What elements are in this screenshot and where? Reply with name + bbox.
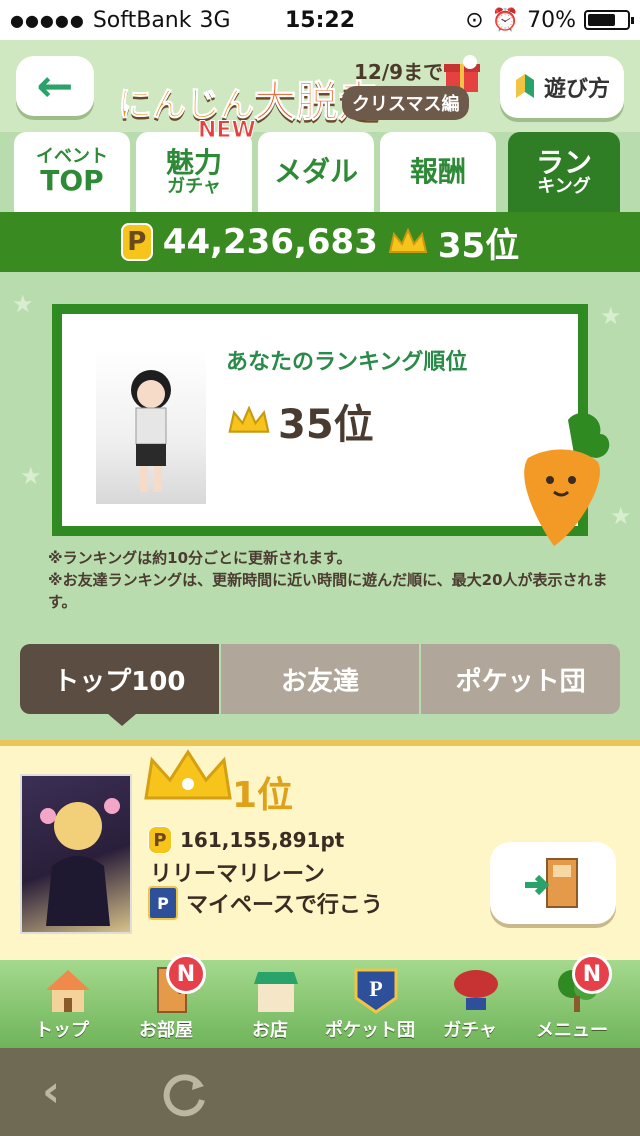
team-emblem-icon: P — [148, 886, 178, 920]
tab-ranking-large: キング — [537, 176, 591, 198]
tab-medal[interactable]: メダル — [258, 132, 374, 212]
nav-top[interactable]: トップ — [12, 960, 112, 1048]
nav-gacha-label: ガチャ — [443, 1020, 497, 1041]
new-badge: NEW — [198, 118, 257, 144]
points-bar: P 44,236,683 35位 — [0, 212, 640, 272]
arrow-left-icon: ← — [36, 60, 74, 112]
nav-shop-label: お店 — [252, 1020, 288, 1041]
first-place-crown-icon — [144, 749, 232, 800]
tab-reward[interactable]: 報酬 — [380, 132, 496, 212]
reload-icon[interactable] — [160, 1070, 210, 1120]
help-label: 遊び方 — [543, 77, 610, 102]
tab-ranking-label: ラン キング — [535, 145, 592, 198]
tab-event-top-large: TOP — [40, 163, 104, 197]
tab-event-top-small: イベント — [36, 145, 108, 167]
current-rank: 35位 — [437, 225, 520, 266]
star-decoration: ★ — [600, 302, 622, 330]
tab-reward-label: 報酬 — [409, 154, 466, 188]
points-badge-icon: P — [120, 223, 153, 261]
tab-friends[interactable]: お友達 — [220, 644, 420, 714]
star-decoration: ★ — [12, 290, 34, 318]
crown-icon — [228, 406, 270, 433]
alarm-icon: ⏰ — [491, 7, 520, 33]
player-card-art — [40, 798, 120, 926]
tab-event-top[interactable]: イベント TOP — [14, 132, 130, 212]
note-line: ※ランキングは約10分ごとに更新されます。 — [48, 549, 352, 567]
pocket-team-emblem-icon: P — [354, 968, 398, 1014]
chevron-left-icon: ‹ — [42, 1066, 61, 1117]
tab-gacha-label: 魅力 ガチャ — [165, 145, 222, 198]
nav-pocket-team[interactable]: P ポケット団 — [320, 960, 420, 1048]
browser-back-button[interactable]: ‹ — [42, 1070, 86, 1114]
battery-percent: 70% — [527, 7, 576, 33]
nav-menu-label: メニュー — [536, 1020, 608, 1041]
tab-gacha-large: ガチャ — [167, 176, 221, 198]
tab-gacha-small: 魅力 — [165, 145, 222, 179]
ranking-tabs: トップ100 お友達 ポケット団 — [20, 644, 621, 714]
crown-icon — [388, 228, 428, 253]
first-place-team: P マイペースで行こう — [148, 886, 383, 920]
battery-icon — [584, 10, 634, 30]
tab-pocket-team[interactable]: ポケット団 — [421, 644, 621, 714]
status-bar: ●●●●● SoftBank 3G 15:22 ⊙ ⏰ 70% — [0, 0, 640, 40]
nav-menu[interactable]: N メニュー — [522, 954, 622, 1048]
nav-gacha[interactable]: ガチャ — [420, 960, 520, 1048]
event-tag: クリスマス編 — [342, 86, 470, 120]
browser-toolbar: ‹ — [0, 1048, 640, 1136]
carrot-mascot-icon — [524, 412, 610, 546]
battery-fill — [588, 14, 615, 26]
my-ranking-title: あなたのランキング順位 — [226, 350, 468, 375]
active-tab-pointer — [108, 714, 136, 726]
first-place-team-name: マイペースで行こう — [186, 893, 383, 918]
bottom-nav: トップ N お部屋 お店 P ポケット団 ガチャ N メニュー — [0, 954, 640, 1048]
ranking-notes: ※ランキングは約10分ごとに更新されます。 ※お友達ランキングは、更新時間に近い… — [48, 548, 608, 613]
user-avatar — [96, 350, 206, 504]
note-line: ※お友達ランキングは、更新時間に近い時間に遊んだ順に、最大20人が表示されます。 — [48, 570, 608, 611]
shop-icon — [254, 972, 298, 1012]
tab-top100[interactable]: トップ100 — [20, 644, 219, 714]
notification-badge: N — [166, 954, 206, 994]
tab-gacha[interactable]: 魅力 ガチャ — [136, 132, 252, 212]
my-ranking-inner: あなたのランキング順位 35位 — [62, 314, 578, 526]
event-date: 12/9まで — [354, 60, 444, 84]
enter-door-icon — [525, 858, 578, 908]
nav-top-label: トップ — [35, 1020, 89, 1041]
first-place-points: P 161,155,891pt — [148, 826, 344, 854]
ranking-list-item: 1位 P 161,155,891pt リリーマリレーン P マイペースで行こう — [0, 740, 640, 960]
first-place-points-value: 161,155,891pt — [180, 828, 345, 852]
nav-room[interactable]: N お部屋 — [116, 954, 216, 1048]
visit-room-button[interactable] — [490, 842, 616, 924]
first-place-rank: 1位 — [232, 775, 294, 816]
app-header: ← にんじん大脱走 12/9まで クリスマス編 遊び方 — [0, 40, 640, 132]
points-value: 44,236,683 — [162, 222, 378, 262]
tab-ranking[interactable]: ラン キング — [508, 132, 620, 212]
nav-room-label: お部屋 — [139, 1020, 193, 1041]
house-icon — [46, 970, 90, 1012]
avatar-figure — [131, 370, 171, 492]
star-decoration: ★ — [20, 462, 42, 490]
nav-shop[interactable]: お店 — [220, 960, 320, 1048]
beginner-leaf-icon — [515, 74, 534, 98]
event-tabs: イベント TOP 魅力 ガチャ メダル 報酬 ラン キング — [0, 132, 640, 212]
tab-ranking-small: ラン — [535, 145, 592, 179]
tab-medal-label: メダル — [273, 154, 358, 188]
my-ranking-value: 35位 — [226, 392, 374, 450]
lock-rotation-icon: ⊙ — [465, 7, 484, 33]
first-place-name: リリーマリレーン — [150, 862, 325, 887]
svg-text:P: P — [369, 976, 382, 1001]
player-card-image[interactable] — [20, 774, 132, 934]
points-badge-icon: P — [148, 826, 172, 854]
back-button[interactable]: ← — [16, 56, 94, 116]
notification-badge: N — [572, 954, 612, 994]
tab-event-top-label: イベント TOP — [36, 145, 108, 197]
my-ranking-rank: 35位 — [278, 402, 374, 448]
gacha-balloon-icon — [454, 970, 498, 1010]
nav-pocket-team-label: ポケット団 — [325, 1020, 415, 1041]
status-right: ⊙ ⏰ 70% — [465, 7, 634, 33]
help-button[interactable]: 遊び方 — [500, 56, 624, 118]
